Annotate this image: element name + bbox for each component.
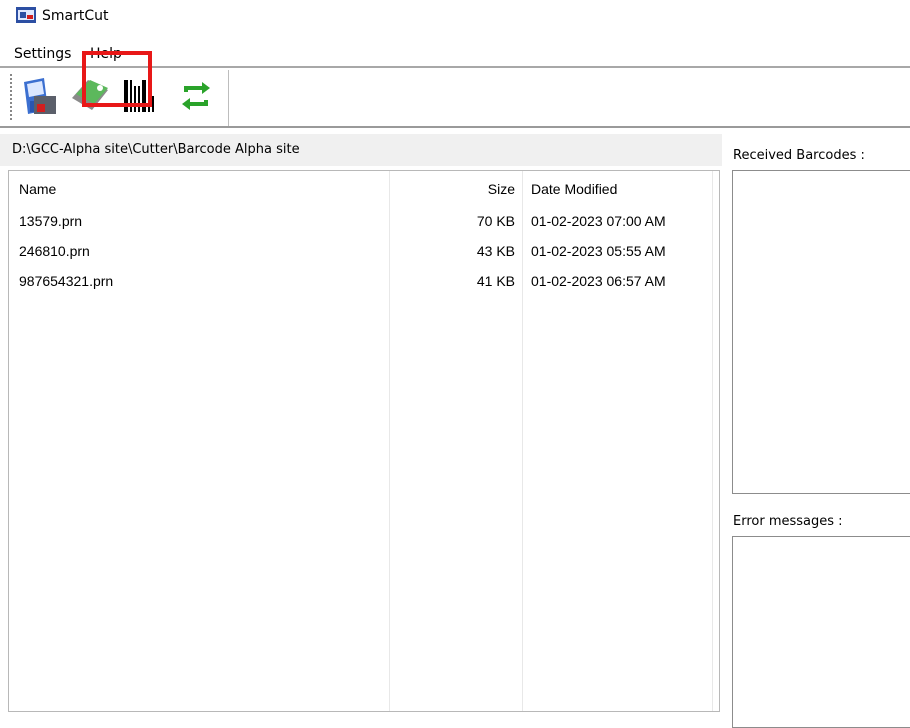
file-row[interactable]: 13579.prn 70 KB 01-02-2023 07:00 AM — [9, 207, 719, 237]
app-icon — [16, 7, 36, 23]
menu-settings[interactable]: Settings — [14, 46, 71, 62]
file-name: 13579.prn — [19, 213, 83, 229]
save-to-cutter-button[interactable] — [20, 76, 60, 116]
file-size: 70 KB — [476, 213, 515, 229]
toolbar-divider — [0, 126, 910, 128]
title-bar: SmartCut — [0, 0, 910, 36]
highlight-box — [82, 51, 152, 107]
current-path: D:\GCC-Alpha site\Cutter\Barcode Alpha s… — [12, 142, 300, 157]
file-name: 246810.prn — [19, 243, 90, 259]
toolbar-grip[interactable] — [10, 74, 12, 120]
column-header-date[interactable]: Date Modified — [531, 181, 617, 197]
file-row[interactable]: 246810.prn 43 KB 01-02-2023 05:55 AM — [9, 237, 719, 267]
window-title: SmartCut — [42, 8, 109, 24]
file-date: 01-02-2023 05:55 AM — [531, 243, 666, 259]
received-barcodes-box[interactable] — [732, 170, 910, 494]
path-bar: D:\GCC-Alpha site\Cutter\Barcode Alpha s… — [0, 134, 722, 166]
column-header-size[interactable]: Size — [389, 181, 515, 197]
file-list-header: Name Size Date Modified — [9, 171, 719, 205]
file-size: 43 KB — [476, 243, 515, 259]
save-to-cutter-icon — [24, 78, 56, 114]
refresh-icon — [182, 82, 210, 110]
column-header-name[interactable]: Name — [19, 181, 56, 197]
file-list[interactable]: Name Size Date Modified 13579.prn 70 KB … — [8, 170, 720, 712]
received-barcodes-label: Received Barcodes : — [733, 148, 865, 163]
error-messages-label: Error messages : — [733, 514, 843, 529]
file-date: 01-02-2023 07:00 AM — [531, 213, 666, 229]
file-size: 41 KB — [476, 273, 515, 289]
file-date: 01-02-2023 06:57 AM — [531, 273, 666, 289]
refresh-button[interactable] — [176, 76, 216, 116]
error-messages-box[interactable] — [732, 536, 910, 728]
file-name: 987654321.prn — [19, 273, 114, 289]
file-row[interactable]: 987654321.prn 41 KB 01-02-2023 06:57 AM — [9, 267, 719, 297]
